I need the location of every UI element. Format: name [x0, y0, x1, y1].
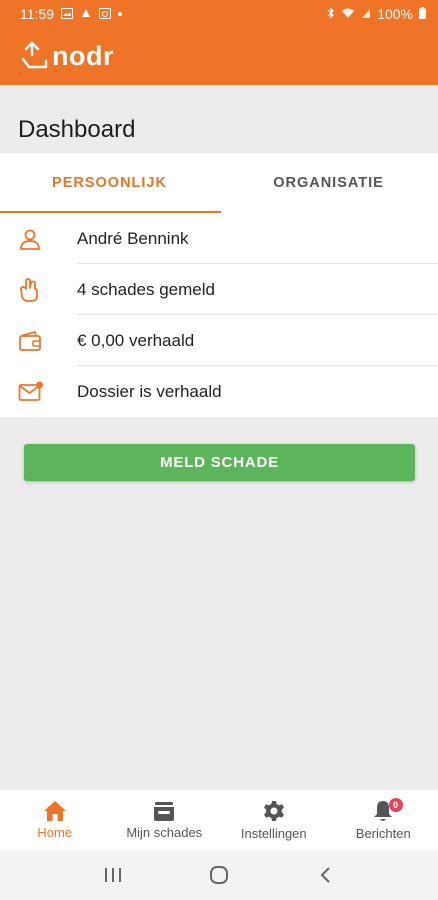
nodr-logo-icon — [21, 41, 48, 68]
info-row-recovered: € 0,00 verhaald — [0, 315, 438, 366]
nav-label: Home — [37, 825, 73, 840]
mail-notification-icon — [18, 381, 43, 401]
page-title: Dashboard — [18, 116, 136, 143]
status-time: 11:59 — [20, 6, 54, 22]
dashboard-card: PERSOONLIJK ORGANISATIE André Bennink 4 … — [0, 153, 438, 417]
app-bar: nodr — [0, 28, 438, 85]
notification-badge: 0 — [388, 798, 403, 812]
bluetooth-icon — [327, 6, 335, 22]
hand-icon — [20, 277, 38, 302]
tab-organisatie[interactable]: ORGANISATIE — [219, 153, 438, 213]
gear-icon — [263, 801, 284, 821]
info-row-name: André Bennink — [0, 213, 438, 264]
nav-item-home[interactable]: Home — [0, 790, 110, 850]
logo-text: nodr — [52, 41, 114, 71]
signal-icon — [361, 6, 371, 22]
info-row-label: 4 schades gemeld — [77, 279, 215, 299]
back-button[interactable] — [305, 860, 345, 890]
status-bar: 11:59 100% — [0, 0, 438, 28]
nav-item-mijn-schades[interactable]: Mijn schades — [110, 790, 220, 850]
info-row-label: Dossier is verhaald — [77, 381, 222, 401]
battery-level: 100% — [377, 6, 413, 22]
nav-label: Mijn schades — [126, 825, 203, 840]
info-row-label: € 0,00 verhaald — [77, 330, 195, 350]
tab-bar: PERSOONLIJK ORGANISATIE — [0, 153, 438, 213]
info-row-label: André Bennink — [77, 228, 189, 248]
meld-schade-button[interactable]: MELD SCHADE — [24, 444, 415, 481]
nav-label: Instellingen — [240, 826, 307, 841]
nav-item-berichten[interactable]: 0 Berichten — [329, 790, 438, 850]
info-row-damages: 4 schades gemeld — [0, 264, 438, 315]
nav-label: Berichten — [355, 826, 411, 841]
bottom-navigation: Home Mijn schades Instellingen 0 Bericht… — [0, 790, 438, 850]
home-circle-icon — [210, 866, 228, 884]
archive-icon — [154, 802, 175, 821]
info-row-dossier: Dossier is verhaald — [0, 366, 438, 417]
back-chevron-icon — [320, 867, 330, 883]
battery-icon — [419, 6, 426, 22]
recent-apps-icon — [105, 868, 121, 882]
system-navigation-bar — [0, 850, 438, 900]
app-logo: nodr — [20, 41, 114, 73]
home-icon — [43, 801, 66, 821]
app-notification-icon — [80, 6, 92, 22]
person-icon — [20, 229, 40, 250]
image-notification-icon — [61, 6, 73, 22]
recent-apps-button[interactable] — [93, 860, 133, 890]
more-notifications-dot — [118, 12, 122, 16]
nav-item-instellingen[interactable]: Instellingen — [219, 790, 329, 850]
wifi-icon — [341, 6, 355, 22]
tab-persoonlijk[interactable]: PERSOONLIJK — [0, 153, 219, 213]
home-system-button[interactable] — [199, 860, 239, 890]
calendar-notification-icon — [99, 6, 111, 22]
wallet-icon — [19, 330, 41, 351]
